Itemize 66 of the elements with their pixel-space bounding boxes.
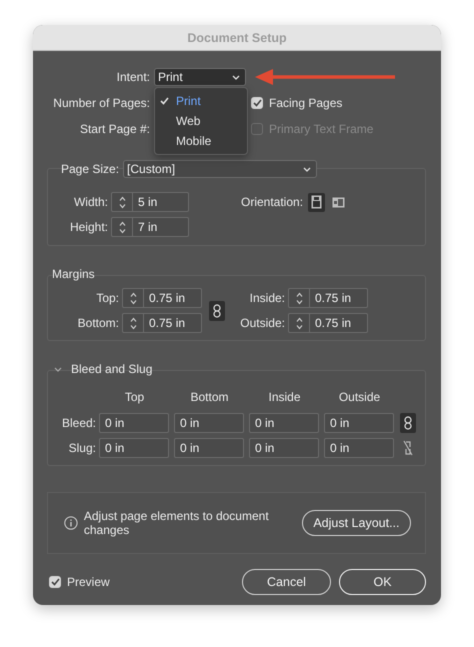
group-label: Margins: [52, 267, 95, 281]
cancel-button[interactable]: Cancel: [242, 569, 331, 595]
group-label: Bleed and Slug: [71, 362, 152, 376]
checkbox-label: Preview: [67, 575, 110, 589]
text-field[interactable]: 0 in: [249, 413, 319, 433]
text-field[interactable]: 0 in: [249, 438, 319, 458]
stepper-icon[interactable]: [296, 316, 302, 330]
column-header: Outside: [338, 390, 382, 404]
text-field[interactable]: 0 in: [174, 413, 244, 433]
text-field[interactable]: 0 in: [324, 438, 394, 458]
field-label: Intent:: [116, 70, 150, 84]
text-field[interactable]: 0 in: [99, 413, 169, 433]
page-size-dropdown[interactable]: [Custom]: [123, 160, 318, 178]
field-label: Height:: [70, 220, 108, 234]
checkmark-icon: [50, 578, 60, 586]
orientation-button[interactable]: [308, 192, 326, 212]
field-label: Inside:: [250, 291, 285, 305]
column-header: Top: [124, 390, 146, 404]
info-text: Adjust page elements to document changes: [84, 509, 270, 537]
number-field[interactable]: 0.75 in: [288, 288, 368, 308]
number-field[interactable]: 5 in: [111, 192, 189, 212]
checkbox-label: Facing Pages: [269, 96, 342, 110]
chevron-icon: [303, 166, 312, 172]
stepper-icon[interactable]: [118, 196, 126, 208]
field-label: Bottom:: [78, 316, 119, 330]
field-label: Slug:: [68, 441, 96, 455]
stepper-icon[interactable]: [118, 220, 126, 234]
ok-button[interactable]: OK: [339, 569, 426, 595]
stepper-icon[interactable]: [296, 292, 302, 304]
field-label: Top:: [96, 291, 119, 305]
checkmark-icon: [160, 97, 169, 105]
field-label: Outside:: [240, 316, 285, 330]
chain-icon: [404, 416, 412, 430]
info-icon: [64, 516, 78, 530]
number-field[interactable]: 7 in: [111, 217, 189, 237]
field-label: Number of Pages:: [53, 96, 150, 110]
intent-dropdown[interactable]: Print: [154, 68, 246, 86]
field-label: Bleed:: [62, 416, 96, 430]
stepper-icon[interactable]: [130, 316, 136, 330]
checkmark-icon: [252, 99, 262, 107]
number-field[interactable]: 0.75 in: [122, 313, 202, 333]
menu-item[interactable]: Web: [155, 111, 247, 131]
chevron-icon: [232, 74, 240, 80]
adjust-layout-button[interactable]: Adjust Layout...: [302, 510, 412, 536]
chain-icon: [213, 304, 221, 318]
link-button[interactable]: [400, 413, 416, 433]
field-label: Orientation:: [241, 195, 304, 209]
menu-item[interactable]: Mobile: [155, 131, 247, 151]
menu-item[interactable]: Print: [155, 91, 247, 111]
disclosure-icon[interactable]: [54, 366, 62, 372]
column-header: Inside: [267, 390, 302, 404]
landscape-icon: [332, 196, 346, 208]
window-title: Document Setup: [187, 30, 287, 44]
text-field[interactable]: 0 in: [99, 438, 169, 458]
portrait-icon: [311, 195, 322, 209]
column-header: Bottom: [189, 390, 230, 404]
text-field[interactable]: 0 in: [324, 413, 394, 433]
number-field[interactable]: 0.75 in: [122, 288, 202, 308]
stepper-icon[interactable]: [130, 292, 136, 304]
link-button[interactable]: [209, 301, 225, 321]
text-field[interactable]: 0 in: [174, 438, 244, 458]
number-field[interactable]: 0.75 in: [288, 313, 368, 333]
field-label: Width:: [74, 195, 108, 209]
field-label: Start Page #:: [80, 122, 150, 136]
broken-chain-icon: [403, 440, 413, 456]
group-label: Page Size:: [61, 162, 120, 176]
